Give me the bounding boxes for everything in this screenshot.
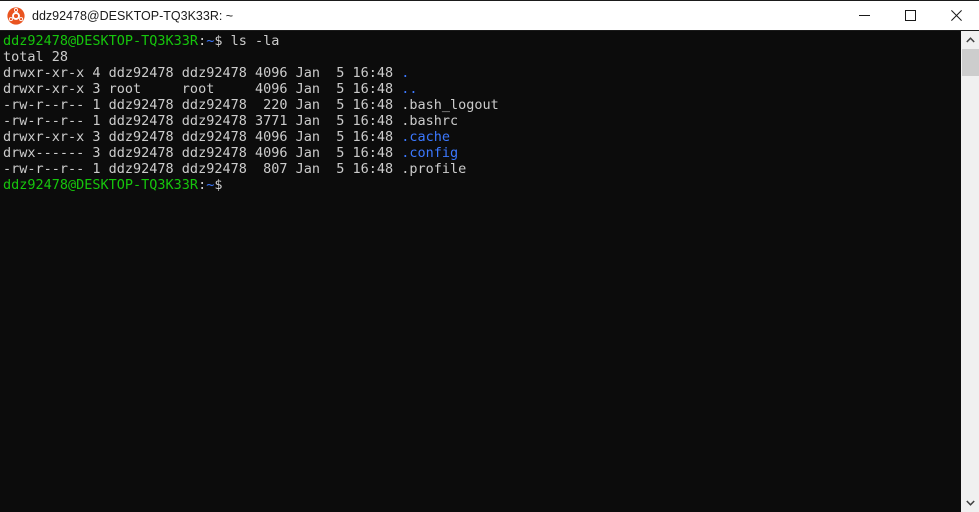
window-controls <box>841 1 979 30</box>
prompt-user-host: ddz92478@DESKTOP-TQ3K33R <box>3 33 199 49</box>
listing-filename: .bash_logout <box>401 97 499 113</box>
ubuntu-logo-icon <box>7 6 25 25</box>
minimize-button[interactable] <box>841 1 887 30</box>
maximize-button[interactable] <box>887 1 933 30</box>
close-button[interactable] <box>933 1 979 30</box>
terminal-scrollbar[interactable] <box>961 31 979 512</box>
terminal-prompt-line-trailing: ddz92478@DESKTOP-TQ3K33R:~$ <box>3 177 961 193</box>
listing-filename: .bashrc <box>401 113 459 129</box>
terminal-window: ddz92478@DESKTOP-TQ3K33R: ~ ddz92478@DES… <box>0 0 979 512</box>
listing-filename: .. <box>401 81 418 97</box>
table-row: -rw-r--r-- 1 ddz92478 ddz92478 3771 Jan … <box>3 113 961 129</box>
close-icon <box>950 10 962 21</box>
table-row: drwxr-xr-x 3 ddz92478 ddz92478 4096 Jan … <box>3 129 961 145</box>
prompt-colon: : <box>198 177 207 193</box>
prompt-symbol: $ <box>214 33 223 49</box>
table-row: drwxr-xr-x 4 ddz92478 ddz92478 4096 Jan … <box>3 65 961 81</box>
scroll-up-icon <box>966 37 975 43</box>
window-titlebar[interactable]: ddz92478@DESKTOP-TQ3K33R: ~ <box>0 1 979 31</box>
table-row: drwxr-xr-x 3 root root 4096 Jan 5 16:48 … <box>3 81 961 97</box>
listing-meta: -rw-r--r-- 1 ddz92478 ddz92478 807 Jan 5… <box>3 161 402 177</box>
listing-meta: drwxr-xr-x 3 ddz92478 ddz92478 4096 Jan … <box>3 129 402 145</box>
listing-meta: -rw-r--r-- 1 ddz92478 ddz92478 3771 Jan … <box>3 113 402 129</box>
scrollbar-thumb[interactable] <box>962 49 979 76</box>
window-title: ddz92478@DESKTOP-TQ3K33R: ~ <box>32 8 234 23</box>
scroll-down-icon <box>966 500 975 506</box>
terminal-output[interactable]: ddz92478@DESKTOP-TQ3K33R:~$ ls -la total… <box>0 31 961 512</box>
table-row: drwx------ 3 ddz92478 ddz92478 4096 Jan … <box>3 145 961 161</box>
window-body: ddz92478@DESKTOP-TQ3K33R:~$ ls -la total… <box>0 31 979 512</box>
listing-meta: drwxr-xr-x 3 root root 4096 Jan 5 16:48 <box>3 81 402 97</box>
listing-filename: .profile <box>401 161 467 177</box>
listing-meta: -rw-r--r-- 1 ddz92478 ddz92478 220 Jan 5… <box>3 97 402 113</box>
listing-filename: .config <box>401 145 459 161</box>
minimize-icon <box>858 15 870 16</box>
scrollbar-track[interactable] <box>962 49 979 494</box>
scroll-down-button[interactable] <box>962 494 979 512</box>
listing-meta: drwxr-xr-x 4 ddz92478 ddz92478 4096 Jan … <box>3 65 402 81</box>
terminal-command: ls -la <box>222 33 280 49</box>
listing-filename: .cache <box>401 129 451 145</box>
terminal-prompt-line: ddz92478@DESKTOP-TQ3K33R:~$ ls -la <box>3 33 961 49</box>
listing-total: total 28 <box>3 49 69 65</box>
table-row: -rw-r--r-- 1 ddz92478 ddz92478 807 Jan 5… <box>3 161 961 177</box>
scroll-up-button[interactable] <box>962 31 979 49</box>
maximize-icon <box>904 10 916 21</box>
table-row: -rw-r--r-- 1 ddz92478 ddz92478 220 Jan 5… <box>3 97 961 113</box>
prompt-symbol: $ <box>214 177 223 193</box>
prompt-user-host: ddz92478@DESKTOP-TQ3K33R <box>3 177 199 193</box>
prompt-colon: : <box>198 33 207 49</box>
listing-filename: . <box>401 65 410 81</box>
listing-meta: drwx------ 3 ddz92478 ddz92478 4096 Jan … <box>3 145 402 161</box>
